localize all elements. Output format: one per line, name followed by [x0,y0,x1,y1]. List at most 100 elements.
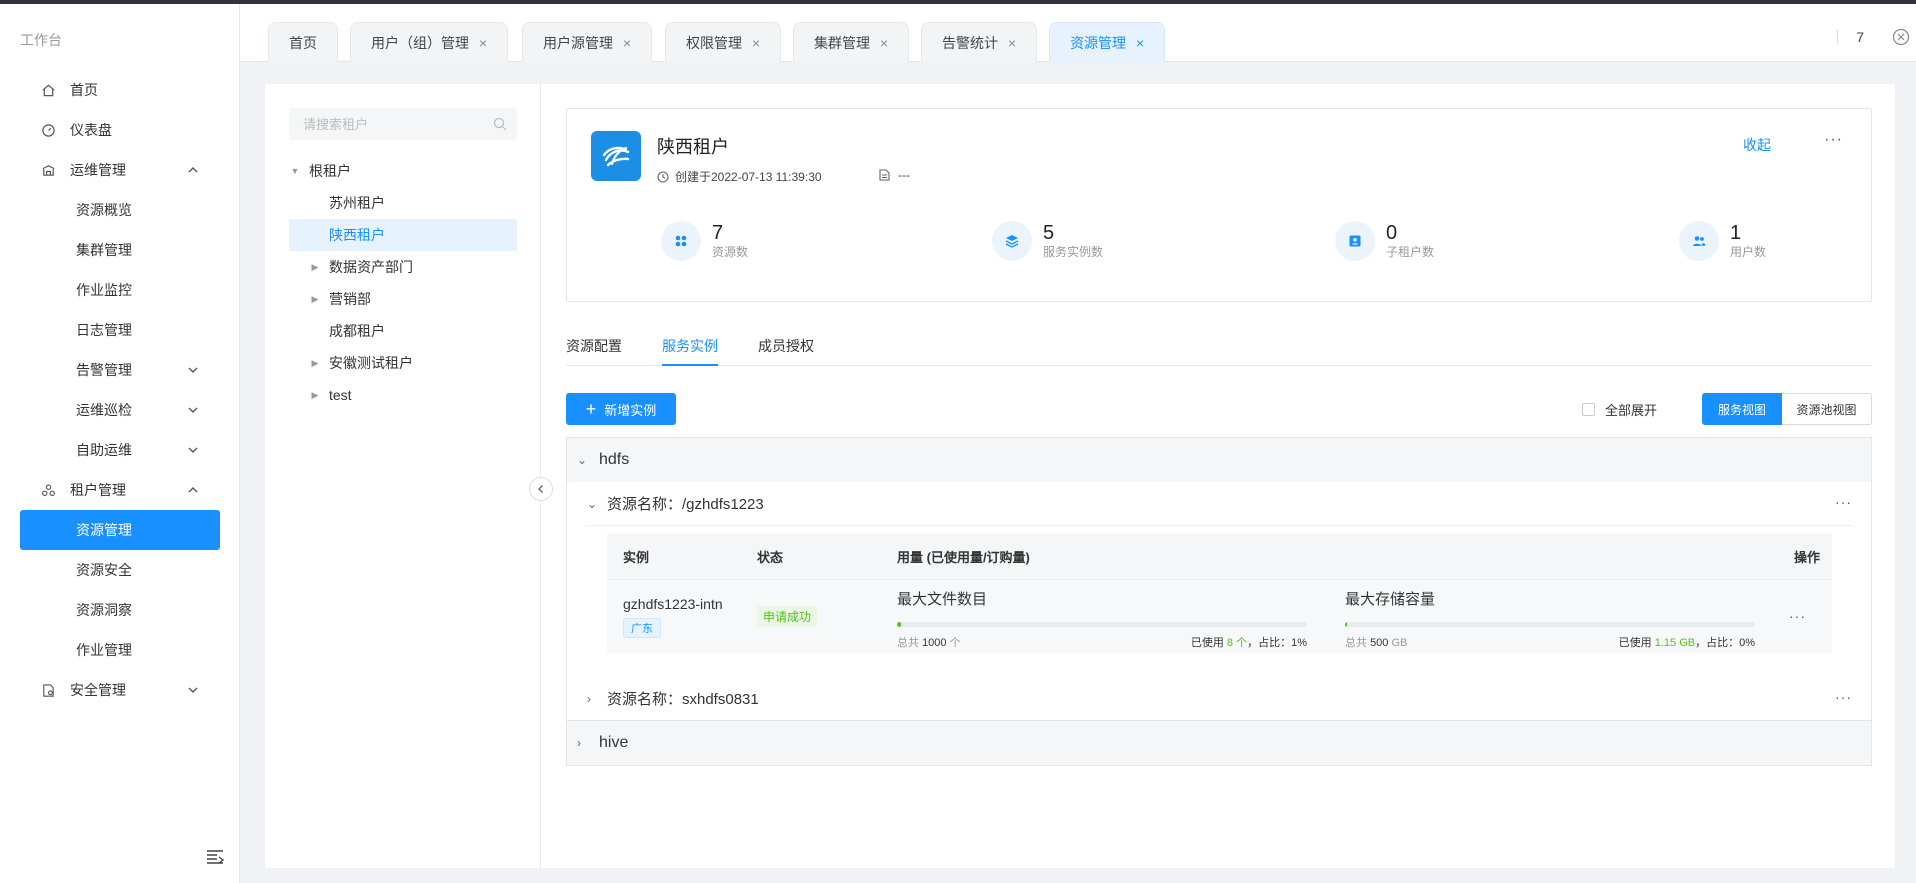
tree-node-data-assets[interactable]: ▶ 数据资产部门 [309,251,517,283]
tree-node-label: 数据资产部门 [329,259,413,275]
layers-icon [992,221,1032,261]
sidebar-item-resource-overview[interactable]: 资源概览 [0,190,240,230]
add-instance-button[interactable]: + 新增实例 [566,393,676,425]
collapse-link[interactable]: 收起 [1743,135,1771,155]
tree-node-suzhou[interactable]: 苏州租户 [289,187,517,219]
close-icon[interactable]: × [623,35,631,51]
tab-permission[interactable]: 权限管理 × [665,22,782,62]
tree-node-label: 安徽测试租户 [329,355,413,371]
usage-total-value: 1000 [922,637,947,649]
sidebar-item-ops[interactable]: 运维管理 [0,150,240,190]
resource-row-sxhdfs0831[interactable]: › 资源名称：sxhdfs0831 ··· [587,677,1852,721]
tenant-search [289,108,517,140]
tenant-search-input[interactable] [303,116,483,132]
stat-caption: 用户数 [1730,245,1767,259]
group-hive: › hive [566,720,1872,766]
stat-value: 1 [1730,222,1742,244]
tab-user-group[interactable]: 用户（组）管理 × [350,22,509,62]
tab-home[interactable]: 首页 [268,22,338,62]
caret-right-icon[interactable]: ▶ [309,390,321,401]
usage-ratio: ，占比：0% [1695,637,1755,649]
close-icon[interactable]: × [479,35,487,51]
sidebar-item-label: 运维巡检 [76,402,132,418]
tenant-tree-panel: ▼ 根租户 苏州租户 陕西租户 ▶ 数据资产部门 ▶ 营销部 成都租户 ▶ 安徽测试租户… [265,84,541,868]
close-all-icon[interactable] [1892,28,1910,46]
stat-caption: 服务实例数 [1043,245,1104,259]
resource-row-gzhdfs1223[interactable]: ⌄ 资源名称：/gzhdfs1223 ··· [587,482,1852,526]
caret-right-icon[interactable]: ▶ [309,358,321,369]
collapse-panel-button[interactable] [529,477,553,501]
tree-node-label: 营销部 [329,291,371,307]
chevron-down-icon [188,687,198,693]
status-badge: 申请成功 [757,606,818,627]
tab-label: 权限管理 [686,34,742,51]
tree-node-marketing[interactable]: ▶ 营销部 [309,283,517,315]
sidebar-item-label: 告警管理 [76,362,132,378]
divider [1837,30,1839,44]
chevron-down-icon [188,367,198,373]
tab-alert-stats[interactable]: 告警统计 × [921,22,1038,62]
stat-caption: 资源数 [712,245,749,259]
tab-service-instances[interactable]: 服务实例 [662,336,718,366]
usage-total-unit: GB [1391,637,1408,649]
group-header-hdfs[interactable]: ⌄ hdfs [567,438,1871,482]
service-view-button[interactable]: 服务视图 [1702,393,1782,425]
china-mobile-logo-icon [602,146,630,167]
sidebar-menu: 首页 仪表盘 运维管理 资源概览 集群管理 作业监控 日志管理 告警管理 运维巡… [0,70,240,710]
tab-member-auth[interactable]: 成员授权 [758,336,814,366]
usage-total: 总共 1000 个 [897,634,961,650]
tab-bar-actions: 7 [1837,24,1916,50]
caret-right-icon[interactable]: ▶ [309,262,321,273]
expand-all-checkbox[interactable]: 全部展开 [1582,400,1657,419]
close-icon[interactable]: × [752,35,760,51]
close-icon[interactable]: × [1136,35,1144,51]
sidebar-item-dashboard[interactable]: 仪表盘 [0,110,240,150]
menu-fold-icon[interactable] [204,846,226,868]
chevron-up-icon [188,487,198,493]
search-icon[interactable] [493,117,507,131]
checkbox-icon[interactable] [1582,403,1595,416]
chevron-down-icon [188,447,198,453]
tab-user-source[interactable]: 用户源管理 × [522,22,653,62]
sidebar-item-resource-manage[interactable]: 资源管理 [20,510,220,550]
more-icon[interactable]: ··· [1789,608,1806,624]
usage-progress-fill [1345,622,1348,627]
sidebar-item-logs[interactable]: 日志管理 [0,310,240,350]
tree-node-chengdu[interactable]: 成都租户 [289,315,517,347]
more-icon[interactable]: ··· [1835,689,1852,705]
sidebar-item-inspection[interactable]: 运维巡检 [0,390,240,430]
col-instance: 实例 [623,549,650,565]
tree-node-shaanxi[interactable]: 陕西租户 [289,219,517,251]
sidebar-item-resource-security[interactable]: 资源安全 [0,550,240,590]
caret-down-icon[interactable]: ▼ [289,166,301,176]
tree-node-label: test [329,387,352,403]
sidebar-item-label: 首页 [70,82,98,98]
table-header: 实例 状态 用量 (已使用量/订购量) 操作 [607,533,1832,579]
sidebar-item-self-ops[interactable]: 自助运维 [0,430,240,470]
tree-node-root[interactable]: ▼ 根租户 [289,155,517,187]
sidebar-item-job-monitor[interactable]: 作业监控 [0,270,240,310]
sidebar-item-resource-insight[interactable]: 资源洞察 [0,590,240,630]
close-icon[interactable]: × [1008,35,1016,51]
tab-resource-manage[interactable]: 资源管理 × [1049,22,1166,62]
caret-right-icon[interactable]: ▶ [309,294,321,305]
tree-node-test[interactable]: ▶ test [309,379,517,411]
instance-name[interactable]: gzhdfs1223-intn [623,596,723,612]
created-time: 创建于2022-07-13 11:39:30 [657,168,822,185]
usage-used-label: 已使用 [1618,637,1652,649]
tree-node-anhui[interactable]: ▶ 安徽测试租户 [309,347,517,379]
more-icon[interactable]: ··· [1824,131,1843,149]
sidebar-item-job-manage[interactable]: 作业管理 [0,630,240,670]
sidebar-item-alerts[interactable]: 告警管理 [0,350,240,390]
tab-resource-config[interactable]: 资源配置 [566,336,622,366]
sidebar-item-home[interactable]: 首页 [0,70,240,110]
more-icon[interactable]: ··· [1835,494,1852,510]
close-icon[interactable]: × [880,35,888,51]
sidebar-item-cluster[interactable]: 集群管理 [0,230,240,270]
sidebar-item-tenant[interactable]: 租户管理 [0,470,240,510]
usage-title: 最大文件数目 [897,591,988,608]
sidebar-item-security[interactable]: 安全管理 [0,670,240,710]
resource-pool-view-button[interactable]: 资源池视图 [1782,393,1872,425]
tab-cluster[interactable]: 集群管理 × [793,22,910,62]
group-header-hive[interactable]: › hive [567,721,1871,765]
